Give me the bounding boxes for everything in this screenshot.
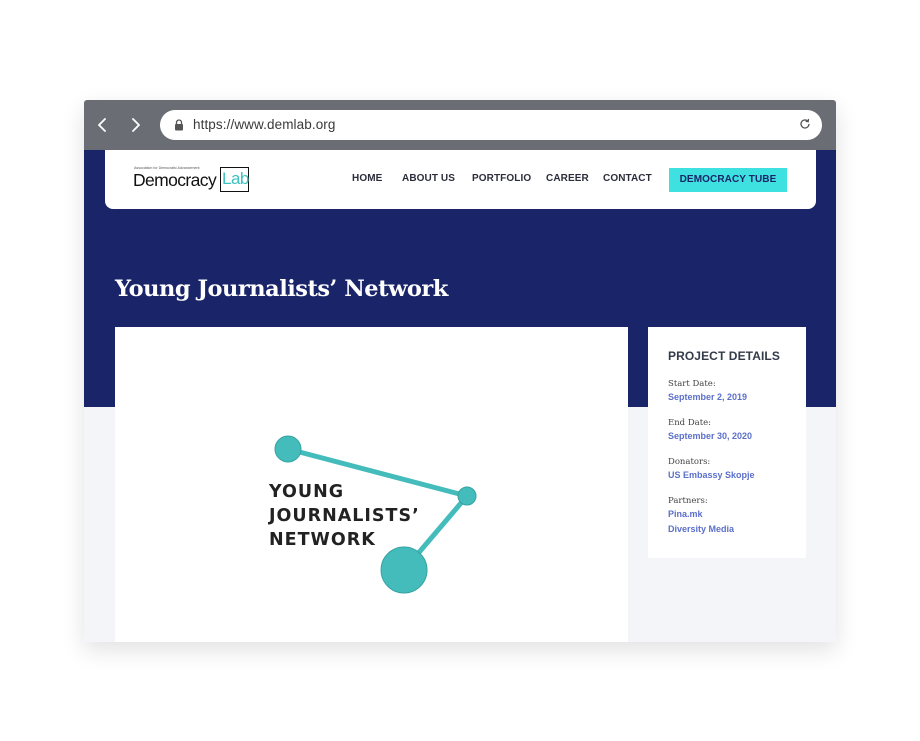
- start-date-label: Start Date:: [668, 379, 716, 389]
- donators-label: Donators:: [668, 457, 711, 467]
- lock-icon: [175, 119, 183, 131]
- nav-about-us[interactable]: ABOUT US: [402, 173, 455, 184]
- logo-name: Democracy: [133, 170, 217, 190]
- back-arrow-icon[interactable]: [92, 114, 114, 136]
- partners-label: Partners:: [668, 496, 708, 506]
- nav-career[interactable]: CAREER: [546, 173, 589, 184]
- nav-portfolio[interactable]: PORTFOLIO: [472, 173, 531, 184]
- network-node-left: [274, 435, 302, 463]
- logo-line-network: NETWORK: [269, 530, 376, 550]
- partner-link[interactable]: Diversity Media: [668, 522, 806, 537]
- web-page: Association for Democratic Advancement D…: [84, 150, 836, 642]
- network-node-bottom: [380, 546, 428, 594]
- donators-value[interactable]: US Embassy Skopje: [668, 468, 806, 483]
- start-date-group: Start Date: September 2, 2019: [668, 379, 806, 405]
- url-text[interactable]: https://www.demlab.org: [193, 117, 336, 132]
- nav-contact[interactable]: CONTACT: [603, 173, 652, 184]
- reload-icon[interactable]: [798, 117, 812, 131]
- project-image: YOUNG JOURNALISTS’ NETWORK: [115, 327, 628, 642]
- browser-toolbar: https://www.demlab.org: [84, 100, 836, 150]
- partner-link[interactable]: Pina.mk: [668, 507, 806, 522]
- nav-home[interactable]: HOME: [352, 173, 382, 184]
- project-details-card: PROJECT DETAILS Start Date: September 2,…: [648, 327, 806, 558]
- site-logo[interactable]: Association for Democratic Advancement D…: [133, 166, 251, 194]
- end-date-group: End Date: September 30, 2020: [668, 418, 806, 444]
- logo-line-young: YOUNG: [268, 482, 344, 502]
- forward-arrow-icon[interactable]: [124, 114, 146, 136]
- page-title: Young Journalists’ Network: [115, 276, 448, 302]
- logo-lab-box: Lab: [220, 167, 249, 192]
- partners-group: Partners: Pina.mk Diversity Media: [668, 496, 806, 537]
- browser-window: https://www.demlab.org Association for D…: [84, 100, 836, 642]
- start-date-value[interactable]: September 2, 2019: [668, 390, 806, 405]
- democracy-tube-button[interactable]: DEMOCRACY TUBE: [669, 168, 787, 192]
- logo-line-journalists: JOURNALISTS’: [268, 506, 420, 526]
- yjn-logo-graphic: YOUNG JOURNALISTS’ NETWORK: [268, 435, 477, 594]
- end-date-label: End Date:: [668, 418, 712, 428]
- donators-group: Donators: US Embassy Skopje: [668, 457, 806, 483]
- address-bar[interactable]: https://www.demlab.org: [160, 110, 822, 140]
- end-date-value[interactable]: September 30, 2020: [668, 429, 806, 444]
- project-details-heading: PROJECT DETAILS: [668, 349, 780, 363]
- network-node-right: [457, 486, 477, 506]
- site-header: Association for Democratic Advancement D…: [105, 150, 816, 209]
